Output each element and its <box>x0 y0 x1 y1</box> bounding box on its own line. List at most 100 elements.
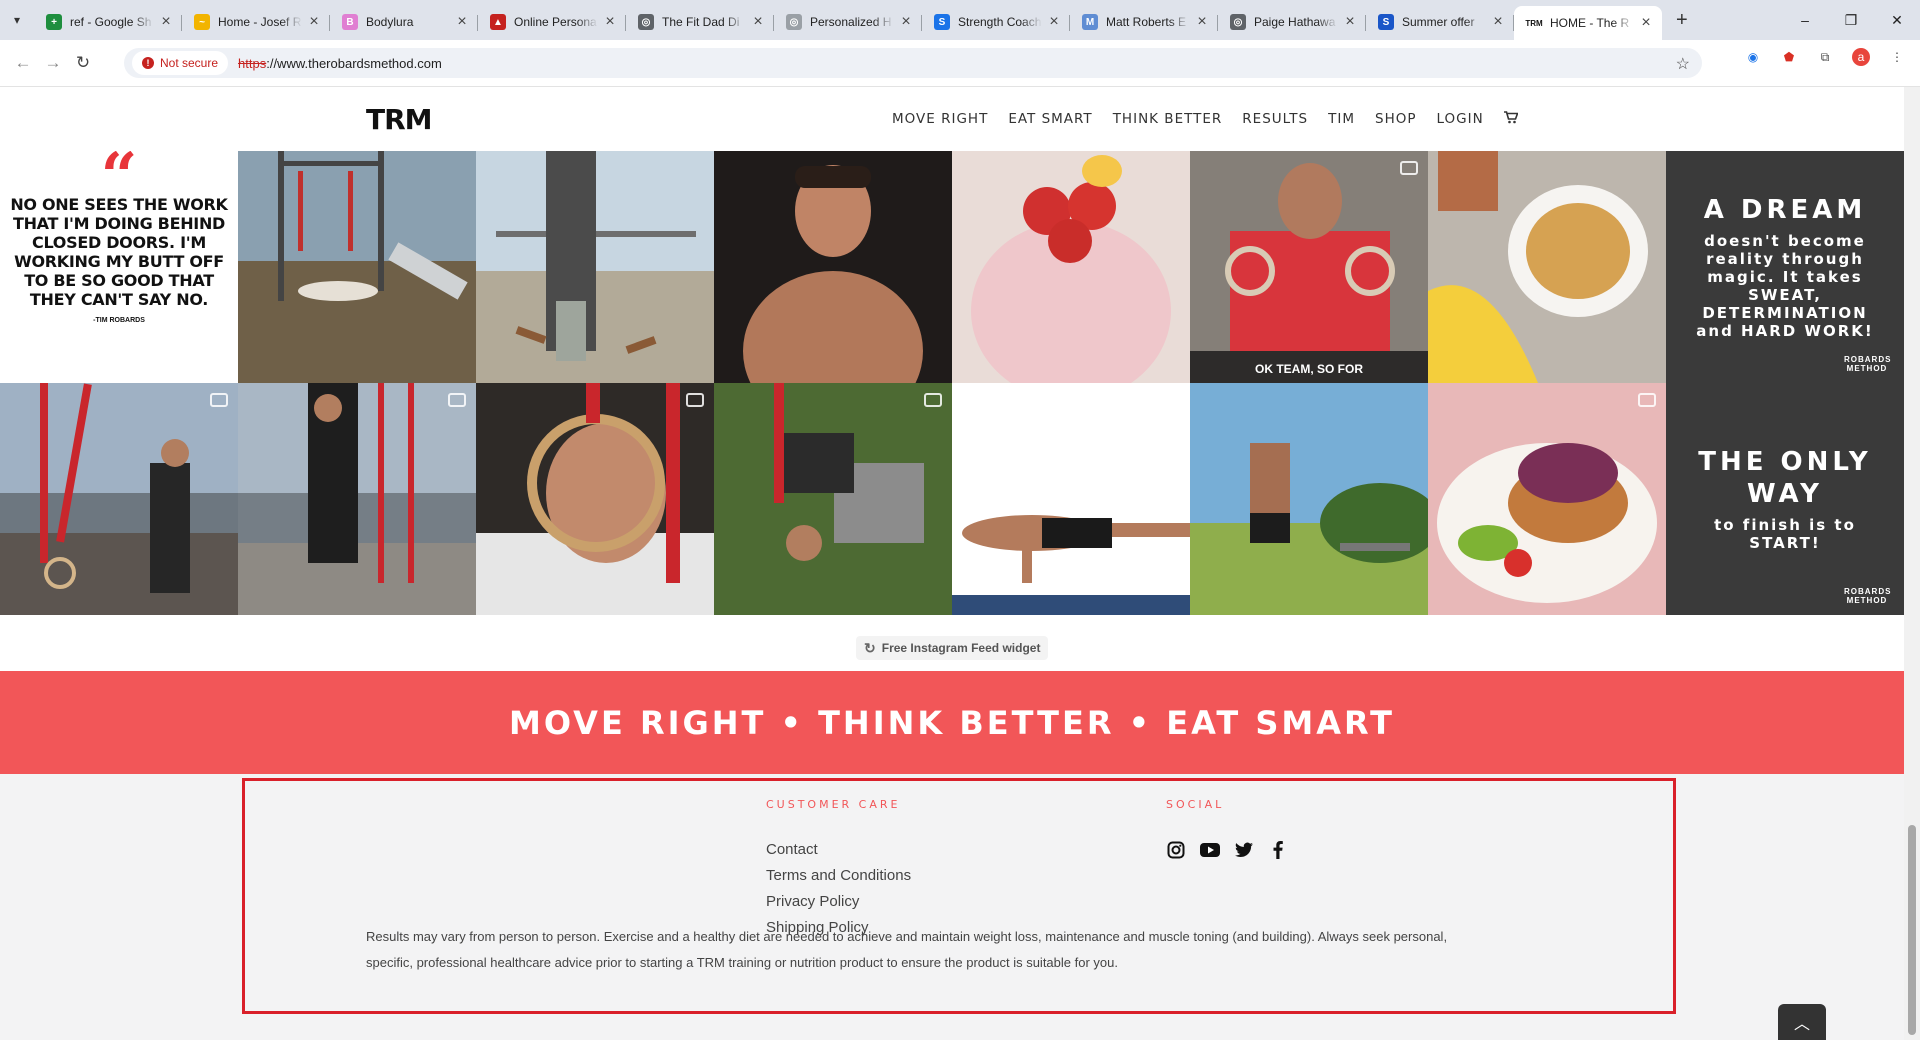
minimize-button[interactable]: – <box>1782 0 1828 40</box>
tab-favicon-icon: ▲ <box>490 14 506 30</box>
quote-author: -TIM ROBARDS <box>93 317 145 324</box>
twitter-icon[interactable] <box>1234 840 1254 860</box>
cart-icon[interactable] <box>1503 111 1519 127</box>
youtube-icon[interactable] <box>1200 840 1220 860</box>
new-tab-button[interactable]: + <box>1676 9 1688 32</box>
tab-title: HOME - The R <box>1550 16 1630 30</box>
tab-close-icon[interactable]: × <box>1194 13 1210 31</box>
dream-text: doesn't become reality through magic. It… <box>1696 232 1874 340</box>
menu-shop[interactable]: SHOP <box>1375 111 1417 127</box>
extension-globe-icon[interactable]: ◉ <box>1744 48 1762 66</box>
tab-favicon-icon: ◎ <box>1230 14 1246 30</box>
widget-logo-icon: ↻ <box>864 639 876 656</box>
menu-think-better[interactable]: THINK BETTER <box>1113 111 1223 127</box>
url-text: https://www.therobardsmethod.com <box>238 56 442 71</box>
menu-tim[interactable]: TIM <box>1328 111 1355 127</box>
facebook-icon[interactable] <box>1268 840 1288 860</box>
forward-button[interactable]: → <box>38 53 68 73</box>
tile-trx-pike[interactable] <box>714 383 952 615</box>
tab-favicon-icon: TRM <box>1525 18 1543 28</box>
tab-favicon-icon: ◎ <box>638 14 654 30</box>
browser-tab[interactable]: ▲ Online Persona × <box>478 6 626 38</box>
tab-title: Matt Roberts E <box>1106 15 1187 29</box>
tab-close-icon[interactable]: × <box>602 13 618 31</box>
tab-close-icon[interactable]: × <box>306 13 322 31</box>
back-button[interactable]: ← <box>8 53 38 73</box>
footer-link-terms[interactable]: Terms and Conditions <box>766 866 911 885</box>
security-indicator[interactable]: ! Not secure <box>132 51 229 75</box>
customer-care-links: Contact Terms and Conditions Privacy Pol… <box>766 840 911 937</box>
menu-move-right[interactable]: MOVE RIGHT <box>892 111 988 127</box>
video-icon <box>1638 393 1656 407</box>
instagram-icon[interactable] <box>1166 840 1186 860</box>
profile-avatar[interactable]: a <box>1852 48 1870 66</box>
browser-tab[interactable]: S Strength Coach × <box>922 6 1070 38</box>
browser-menu-icon[interactable]: ⋮ <box>1888 48 1906 66</box>
tab-close-icon[interactable]: × <box>898 13 914 31</box>
url-scheme: https <box>238 55 267 71</box>
only-way-title: THE ONLY WAY <box>1698 447 1872 509</box>
tile-rings-portrait[interactable] <box>476 383 714 615</box>
browser-tab[interactable]: ◎ Paige Hathawa × <box>1218 6 1366 38</box>
browser-tab[interactable]: M Matt Roberts E × <box>1070 6 1218 38</box>
tile-pancakes[interactable] <box>1428 383 1666 615</box>
tab-close-icon[interactable]: × <box>1490 13 1506 31</box>
only-way-text: to finish is to START! <box>1714 516 1856 552</box>
tabs: + ref - Google Sh × ~ Home - Josef R × B Bodylu… <box>34 0 1662 40</box>
tile-jump-park[interactable] <box>1190 383 1428 615</box>
tab-close-icon[interactable]: × <box>1046 13 1062 31</box>
tab-active[interactable]: TRM HOME - The R × <box>1514 6 1662 40</box>
tile-rings-red-shirt[interactable]: OK TEAM, SO FOR <box>1190 151 1428 383</box>
site-logo[interactable]: TRM <box>366 103 433 136</box>
menu-eat-smart[interactable]: EAT SMART <box>1008 111 1092 127</box>
extensions-puzzle-icon[interactable]: ⧉ <box>1816 48 1834 66</box>
tab-close-icon[interactable]: × <box>1342 13 1358 31</box>
close-window-button[interactable]: ✕ <box>1874 0 1920 40</box>
browser-tab[interactable]: ~ Home - Josef R × <box>182 6 330 38</box>
menu-results[interactable]: RESULTS <box>1242 111 1308 127</box>
robards-method-watermark: ROBARDS METHOD <box>1844 355 1892 373</box>
menu-login[interactable]: LOGIN <box>1437 111 1484 127</box>
site-footer: CUSTOMER CARE Contact Terms and Conditio… <box>0 774 1904 1040</box>
tile-trx-balcony[interactable] <box>0 383 238 615</box>
bookmark-star-icon[interactable]: ☆ <box>1676 54 1690 74</box>
tagline-banner: MOVE RIGHT • THINK BETTER • EAT SMART <box>0 671 1904 774</box>
tab-search-button[interactable]: ▾ <box>0 0 34 40</box>
extension-shield-icon[interactable]: ⬟ <box>1780 48 1798 66</box>
tile-handstand[interactable] <box>476 151 714 383</box>
extensions-area: ◉ ⬟ ⧉ a ⋮ <box>1744 48 1920 66</box>
restore-button[interactable]: ❐ <box>1828 0 1874 40</box>
tile-trx-lunge[interactable] <box>238 383 476 615</box>
quote-text: NO ONE SEES THE WORK THAT I'M DOING BEHI… <box>10 195 228 309</box>
video-icon <box>924 393 942 407</box>
video-icon <box>1400 161 1418 175</box>
tab-close-icon[interactable]: × <box>158 13 174 31</box>
tile-oats-banana[interactable] <box>1428 151 1666 383</box>
footer-link-privacy[interactable]: Privacy Policy <box>766 892 911 911</box>
address-bar[interactable]: ! Not secure https://www.therobardsmetho… <box>124 48 1702 78</box>
reload-button[interactable]: ↻ <box>68 53 98 73</box>
browser-tab[interactable]: ◎ The Fit Dad Di × <box>626 6 774 38</box>
quote-tile[interactable]: “ NO ONE SEES THE WORK THAT I'M DOING BE… <box>0 151 238 383</box>
tile-strawberry-smoothie[interactable] <box>952 151 1190 383</box>
scrollbar-thumb[interactable] <box>1908 825 1916 1035</box>
browser-tab[interactable]: ◎ Personalized H × <box>774 6 922 38</box>
tab-close-icon[interactable]: × <box>750 13 766 31</box>
tile-park-pushup[interactable] <box>238 151 476 383</box>
dream-quote-tile[interactable]: A DREAM doesn't become reality through m… <box>1666 151 1904 383</box>
browser-tab[interactable]: B Bodylura × <box>330 6 478 38</box>
tile-shirtless-portrait[interactable] <box>714 151 952 383</box>
tile-pushup-white[interactable] <box>952 383 1190 615</box>
tab-favicon-icon: ~ <box>194 14 210 30</box>
tab-close-icon[interactable]: × <box>454 13 470 31</box>
scroll-to-top-button[interactable]: ︿ <box>1778 1004 1826 1040</box>
tab-title: Paige Hathawa <box>1254 15 1336 29</box>
page-scrollbar[interactable] <box>1904 87 1920 1040</box>
instagram-widget-credit[interactable]: ↻ Free Instagram Feed widget <box>856 636 1049 660</box>
browser-tab[interactable]: S Summer offer × <box>1366 6 1514 38</box>
browser-tab[interactable]: + ref - Google Sh × <box>34 6 182 38</box>
main-menu: MOVE RIGHT EAT SMART THINK BETTER RESULT… <box>892 87 1519 151</box>
footer-link-contact[interactable]: Contact <box>766 840 911 859</box>
tab-close-icon[interactable]: × <box>1638 14 1654 32</box>
only-way-quote-tile[interactable]: THE ONLY WAY to finish is to START! ROBA… <box>1666 383 1904 615</box>
